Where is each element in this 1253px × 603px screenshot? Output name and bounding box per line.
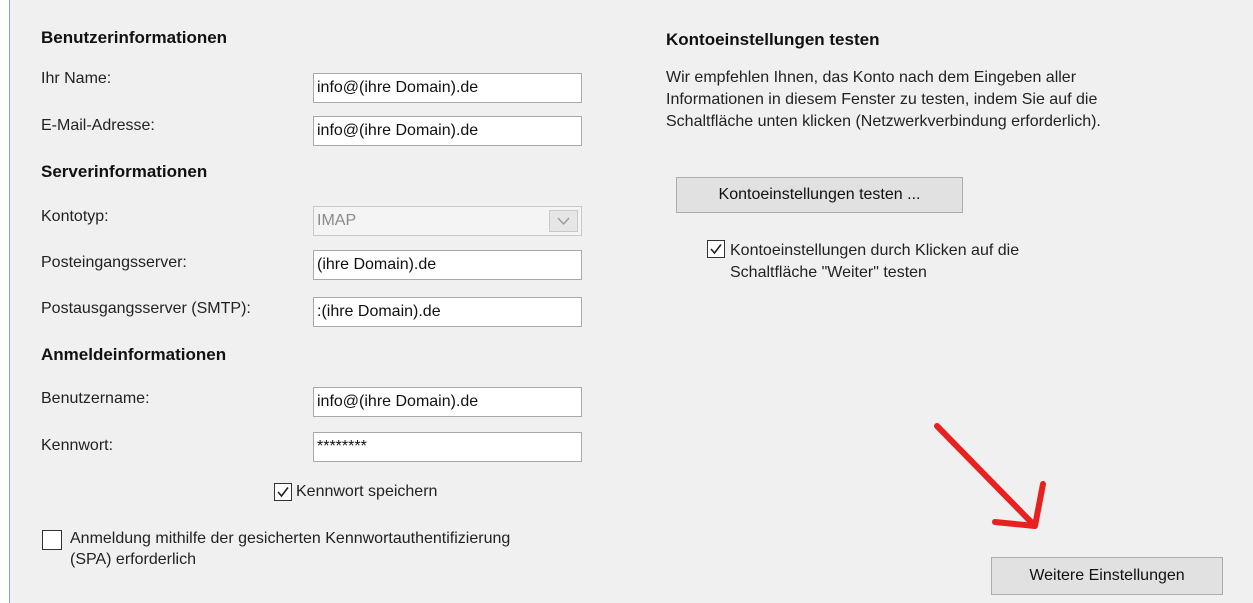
username-label: Benutzername: <box>41 390 150 407</box>
save-password-label[interactable]: Kennwort speichern <box>296 483 437 501</box>
more-settings-button[interactable]: Weitere Einstellungen <box>991 557 1223 595</box>
test-settings-description: Wir empfehlen Ihnen, das Konto nach dem … <box>666 67 1101 133</box>
email-input[interactable]: info@(ihre Domain).de <box>313 116 582 146</box>
login-info-heading: Anmeldeinformationen <box>41 345 227 364</box>
checkmark-icon <box>277 487 289 498</box>
server-info-heading: Serverinformationen <box>41 162 208 181</box>
auto-test-label-line2: Schaltfläche "Weiter" testen <box>730 264 927 281</box>
account-type-select: IMAP <box>313 206 582 236</box>
incoming-server-input[interactable]: (ihre Domain).de <box>313 250 582 280</box>
outgoing-server-input[interactable]: :(ihre Domain).de <box>313 297 582 327</box>
auto-test-checkbox[interactable] <box>707 240 725 258</box>
spa-checkbox[interactable] <box>42 530 62 550</box>
description-line3: Schaltfläche unten klicken (Netzwerkverb… <box>666 113 1101 130</box>
account-type-value: IMAP <box>317 212 357 229</box>
password-label: Kennwort: <box>41 437 114 454</box>
save-password-checkbox[interactable] <box>274 483 292 501</box>
test-settings-heading: Kontoeinstellungen testen <box>666 30 880 49</box>
red-arrow-icon <box>934 423 1046 529</box>
account-settings-panel: Benutzerinformationen Ihr Name: info@(ih… <box>9 0 1253 603</box>
username-input[interactable]: info@(ihre Domain).de <box>313 387 582 417</box>
chevron-down-icon <box>557 217 570 226</box>
spa-label-line1: Anmeldung mithilfe der gesicherten Kennw… <box>70 530 511 547</box>
name-input[interactable]: info@(ihre Domain).de <box>313 73 582 103</box>
user-info-heading: Benutzerinformationen <box>41 28 228 47</box>
name-label: Ihr Name: <box>41 70 112 87</box>
incoming-server-label: Posteingangsserver: <box>41 254 187 271</box>
auto-test-label-line1: Kontoeinstellungen durch Klicken auf die <box>730 242 1020 259</box>
password-input[interactable]: ******** <box>313 432 582 462</box>
outgoing-server-label: Postausgangsserver (SMTP): <box>41 300 251 317</box>
dropdown-button <box>549 210 578 232</box>
account-type-label: Kontotyp: <box>41 208 109 225</box>
spa-label-line2: (SPA) erforderlich <box>70 551 196 568</box>
description-line2: Informationen in diesem Fenster zu teste… <box>666 91 1098 108</box>
spa-label[interactable]: Anmeldung mithilfe der gesicherten Kennw… <box>70 528 510 570</box>
email-label: E-Mail-Adresse: <box>41 117 155 134</box>
description-line1: Wir empfehlen Ihnen, das Konto nach dem … <box>666 69 1077 86</box>
auto-test-label[interactable]: Kontoeinstellungen durch Klicken auf die… <box>730 240 1019 284</box>
checkmark-icon <box>710 244 722 255</box>
test-account-settings-button[interactable]: Kontoeinstellungen testen ... <box>676 177 963 213</box>
